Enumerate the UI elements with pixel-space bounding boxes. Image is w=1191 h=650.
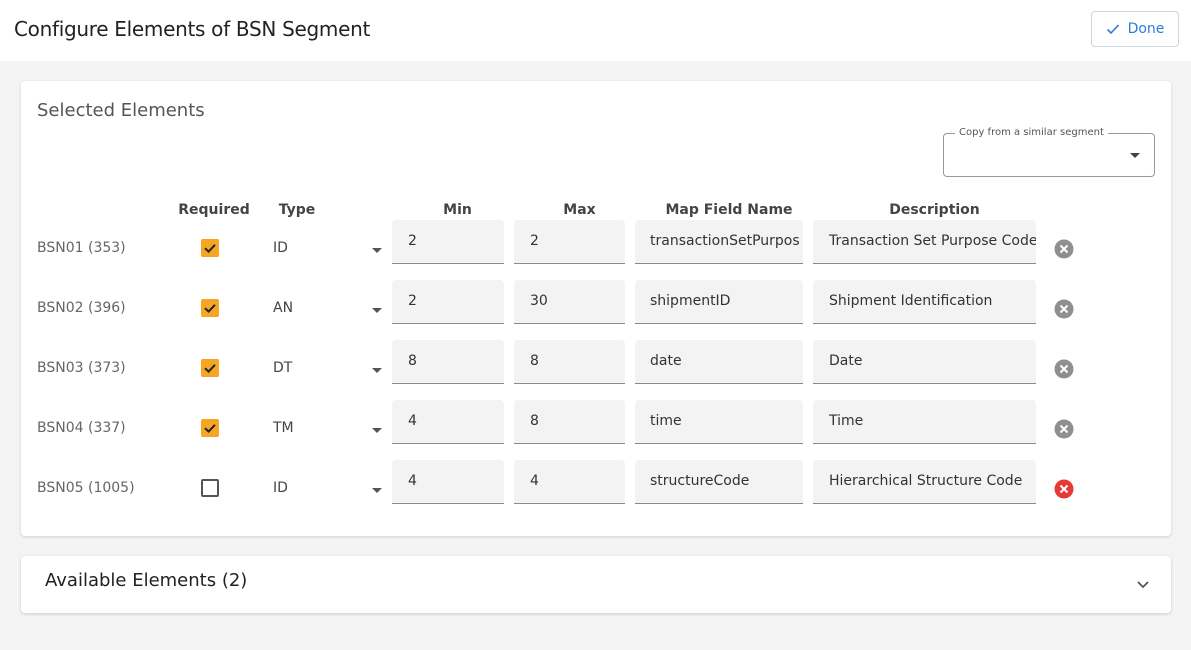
remove-element-button[interactable] — [1054, 239, 1074, 259]
done-label: Done — [1127, 21, 1165, 37]
column-header-min: Min — [443, 202, 472, 218]
min-input[interactable]: 2 — [392, 220, 504, 264]
column-header-type: Type — [278, 202, 316, 218]
dropdown-arrow-icon — [372, 428, 382, 433]
type-value: TM — [273, 420, 294, 436]
dropdown-arrow-icon — [372, 248, 382, 253]
section-title: Selected Elements — [37, 100, 205, 121]
checkmark-icon — [204, 364, 216, 374]
copy-segment-select[interactable]: Copy from a similar segment — [943, 127, 1155, 177]
column-header-map-field: Map Field Name — [665, 202, 793, 218]
type-select[interactable]: DT — [273, 350, 385, 386]
min-input[interactable]: 4 — [392, 460, 504, 504]
dropdown-arrow-icon — [372, 488, 382, 493]
type-select[interactable]: TM — [273, 410, 385, 446]
close-circle-icon — [1054, 359, 1074, 379]
description-input[interactable]: Shipment Identification — [813, 280, 1036, 324]
element-id-label: BSN05 (1005) — [37, 480, 135, 496]
selected-elements-card: Selected Elements Copy from a similar se… — [21, 81, 1171, 536]
close-circle-icon — [1054, 479, 1074, 499]
chevron-down-icon — [1137, 581, 1149, 589]
element-row: BSN03 (373) DT 8 8 date Date — [21, 340, 1171, 386]
map-field-name-input[interactable]: structureCode — [635, 460, 803, 504]
description-input[interactable]: Hierarchical Structure Code — [813, 460, 1036, 504]
type-value: ID — [273, 480, 288, 496]
element-row: BSN05 (1005) ID 4 4 structureCode Hierarchica… — [21, 460, 1171, 506]
description-input[interactable]: Time — [813, 400, 1036, 444]
max-input[interactable]: 30 — [514, 280, 625, 324]
min-input[interactable]: 4 — [392, 400, 504, 444]
element-id-label: BSN02 (396) — [37, 300, 126, 316]
type-select[interactable]: ID — [273, 230, 385, 266]
column-header-description: Description — [889, 202, 980, 218]
element-id-label: BSN04 (337) — [37, 420, 126, 436]
required-checkbox[interactable] — [201, 479, 219, 497]
type-select[interactable]: ID — [273, 470, 385, 506]
min-input[interactable]: 8 — [392, 340, 504, 384]
type-value: DT — [273, 360, 293, 376]
type-select[interactable]: AN — [273, 290, 385, 326]
page-title: Configure Elements of BSN Segment — [14, 17, 370, 41]
description-input[interactable]: Date — [813, 340, 1036, 384]
type-value: ID — [273, 240, 288, 256]
type-value: AN — [273, 300, 294, 316]
column-header-required: Required — [178, 202, 250, 218]
remove-element-button[interactable] — [1054, 359, 1074, 379]
map-field-name-input[interactable]: transactionSetPurpos — [635, 220, 803, 264]
checkmark-icon — [204, 424, 216, 434]
remove-element-button[interactable] — [1054, 419, 1074, 439]
map-field-name-input[interactable]: time — [635, 400, 803, 444]
required-checkbox[interactable] — [201, 299, 219, 317]
dropdown-arrow-icon — [1130, 153, 1140, 158]
done-button[interactable]: Done — [1091, 11, 1179, 47]
map-field-name-input[interactable]: date — [635, 340, 803, 384]
remove-element-button[interactable] — [1054, 479, 1074, 499]
max-input[interactable]: 8 — [514, 400, 625, 444]
dropdown-arrow-icon — [372, 308, 382, 313]
element-id-label: BSN03 (373) — [37, 360, 126, 376]
map-field-name-input[interactable]: shipmentID — [635, 280, 803, 324]
dropdown-arrow-icon — [372, 368, 382, 373]
remove-element-button[interactable] — [1054, 299, 1074, 319]
element-id-label: BSN01 (353) — [37, 240, 126, 256]
required-checkbox[interactable] — [201, 419, 219, 437]
checkmark-icon — [204, 304, 216, 314]
close-circle-icon — [1054, 299, 1074, 319]
close-circle-icon — [1054, 239, 1074, 259]
checkmark-icon — [204, 244, 216, 254]
min-input[interactable]: 2 — [392, 280, 504, 324]
available-elements-title: Available Elements (2) — [45, 570, 248, 591]
required-checkbox[interactable] — [201, 239, 219, 257]
description-input[interactable]: Transaction Set Purpose Code — [813, 220, 1036, 264]
max-input[interactable]: 8 — [514, 340, 625, 384]
max-input[interactable]: 2 — [514, 220, 625, 264]
top-bar: Configure Elements of BSN Segment Done — [0, 0, 1191, 61]
element-row: BSN02 (396) AN 2 30 shipmentID Shipment Ident… — [21, 280, 1171, 326]
max-input[interactable]: 4 — [514, 460, 625, 504]
close-circle-icon — [1054, 419, 1074, 439]
check-icon — [1106, 24, 1119, 35]
element-row: BSN01 (353) ID 2 2 transactionSetPurpos Trans… — [21, 220, 1171, 266]
element-row: BSN04 (337) TM 4 8 time Time — [21, 400, 1171, 446]
column-header-max: Max — [563, 202, 596, 218]
copy-segment-label: Copy from a similar segment — [955, 127, 1108, 138]
required-checkbox[interactable] — [201, 359, 219, 377]
available-elements-panel[interactable]: Available Elements (2) — [21, 556, 1171, 613]
